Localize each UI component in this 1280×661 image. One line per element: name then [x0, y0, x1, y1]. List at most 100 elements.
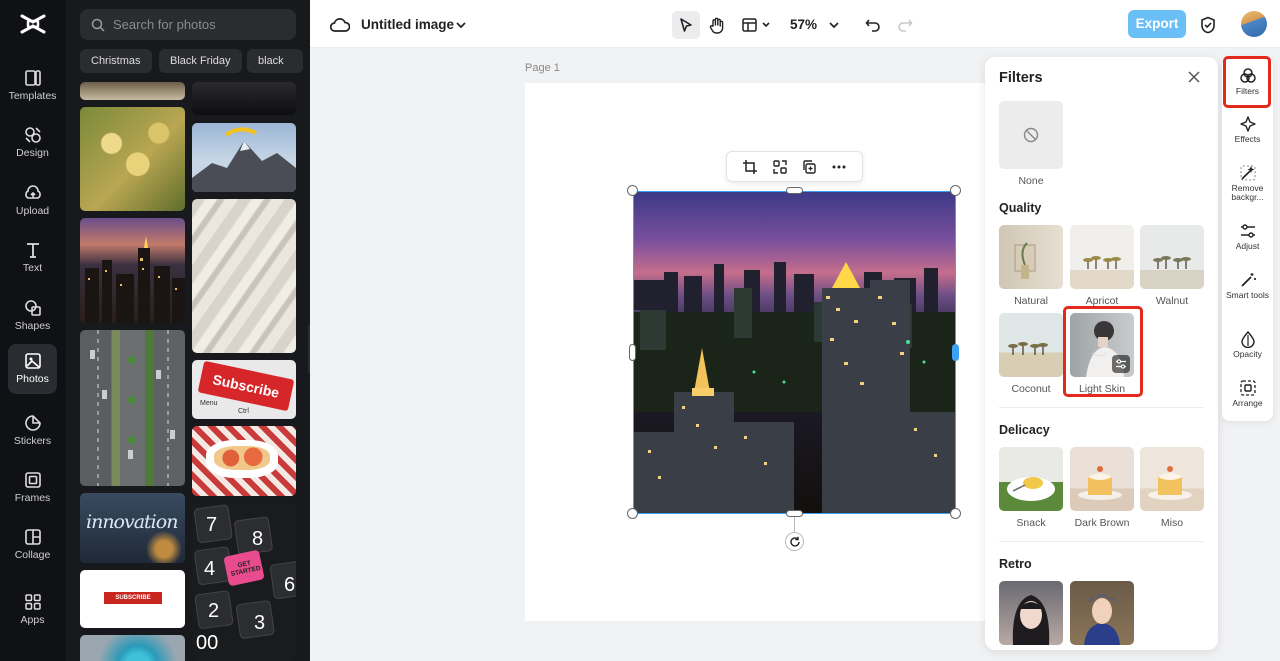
rotate-handle[interactable] — [785, 532, 804, 551]
filter-apricot[interactable]: Apricot — [1070, 225, 1134, 307]
document-title[interactable]: Untitled image — [361, 17, 454, 32]
tool-effects[interactable]: Effects — [1222, 115, 1273, 144]
hand-tool-button[interactable] — [704, 12, 730, 38]
tool-smart-tools[interactable]: Smart tools — [1222, 271, 1273, 300]
search-input[interactable] — [113, 17, 283, 32]
photo-thumbnail[interactable] — [80, 218, 185, 323]
tool-label: Adjust — [1235, 241, 1260, 251]
section-title-quality: Quality — [999, 201, 1042, 215]
cloud-save-icon[interactable] — [327, 12, 353, 38]
effects-icon — [1239, 116, 1256, 132]
rail-item-frames[interactable]: Frames — [8, 463, 57, 513]
design-icon — [24, 127, 41, 143]
filter-snack[interactable]: Snack — [999, 447, 1063, 529]
filter-walnut[interactable]: Walnut — [1140, 225, 1204, 307]
redo-button[interactable] — [892, 12, 918, 38]
photo-thumbnail[interactable]: 7 8 4 2 3 6 00 GET STARTED — [192, 503, 296, 661]
opacity-icon — [1240, 330, 1255, 348]
photo-text-innovation: innovation — [86, 511, 178, 533]
resize-handle-left[interactable] — [629, 344, 636, 361]
frames-icon — [24, 472, 41, 488]
filter-retro-2[interactable] — [1070, 581, 1134, 645]
svg-text:8: 8 — [252, 528, 263, 550]
tool-label: Remove backgr... — [1231, 183, 1264, 202]
image-context-toolbar — [726, 151, 863, 182]
photo-thumbnail[interactable]: SUBSCRIBE — [80, 570, 185, 628]
cursor-icon — [680, 18, 692, 32]
photo-thumbnail[interactable] — [80, 82, 185, 100]
rail-item-text[interactable]: Text — [8, 233, 57, 283]
photo-text-ctrl: Ctrl — [238, 408, 249, 415]
photo-thumbnail[interactable] — [80, 330, 185, 486]
more-options-icon[interactable] — [831, 159, 847, 175]
photo-thumbnail[interactable] — [80, 107, 185, 211]
shield-button[interactable] — [1195, 12, 1221, 38]
resize-handle-bottom-right[interactable] — [950, 508, 961, 519]
close-icon[interactable] — [1187, 70, 1201, 84]
svg-text:6: 6 — [284, 574, 295, 596]
resize-handle-top-right[interactable] — [950, 185, 961, 196]
rail-item-photos[interactable]: Photos — [8, 344, 57, 394]
upload-icon — [24, 185, 41, 199]
photo-text-subscribe-small: SUBSCRIBE — [104, 592, 162, 604]
rail-item-upload[interactable]: Upload — [8, 176, 57, 226]
selected-filter-highlight — [1063, 306, 1143, 397]
tool-adjust[interactable]: Adjust — [1222, 222, 1273, 251]
photo-thumbnail[interactable]: innovation — [80, 493, 185, 563]
capcut-logo-icon[interactable] — [19, 12, 47, 36]
layout-menu-button[interactable] — [738, 12, 776, 38]
filter-retro-1[interactable] — [999, 581, 1063, 645]
filter-label: Coconut — [1011, 383, 1051, 395]
select-tool-button[interactable] — [672, 11, 700, 39]
filter-dark-brown[interactable]: Dark Brown — [1070, 447, 1134, 529]
resize-handle-bottom[interactable] — [786, 510, 803, 517]
photo-thumbnail[interactable] — [80, 635, 185, 661]
rail-item-label: Stickers — [13, 435, 52, 447]
resize-handle-right[interactable] — [952, 344, 959, 361]
photo-thumbnail[interactable] — [192, 82, 296, 115]
rail-item-collage[interactable]: Collage — [8, 520, 57, 570]
stickers-icon — [24, 415, 41, 431]
rail-item-apps[interactable]: Apps — [8, 585, 57, 635]
rail-item-label: Text — [22, 262, 43, 274]
photo-thumbnail[interactable]: Subscribe Menu Ctrl — [192, 360, 296, 419]
rail-item-label: Frames — [14, 492, 51, 504]
resize-handle-top[interactable] — [786, 187, 803, 194]
filter-miso[interactable]: Miso — [1140, 447, 1204, 529]
rail-item-templates[interactable]: Templates — [8, 61, 57, 111]
duplicate-icon[interactable] — [801, 159, 817, 175]
photo-thumbnail[interactable] — [192, 426, 296, 496]
text-icon — [26, 243, 39, 258]
tool-opacity[interactable]: Opacity — [1222, 330, 1273, 359]
resize-handle-bottom-left[interactable] — [627, 508, 638, 519]
undo-button[interactable] — [860, 12, 886, 38]
chip-black-friday[interactable]: Black Friday — [159, 49, 242, 73]
filter-none[interactable]: None — [999, 101, 1063, 187]
filter-coconut[interactable]: Coconut — [999, 313, 1063, 395]
chip-black[interactable]: black — [247, 49, 303, 73]
collage-icon — [24, 529, 41, 545]
rail-item-label: Apps — [20, 614, 45, 626]
resize-handle-top-left[interactable] — [627, 185, 638, 196]
tool-arrange[interactable]: Arrange — [1222, 379, 1273, 408]
crop-icon[interactable] — [742, 159, 758, 175]
search-box[interactable] — [80, 9, 296, 40]
rail-item-stickers[interactable]: Stickers — [8, 406, 57, 456]
filter-natural[interactable]: Natural — [999, 225, 1063, 307]
photo-thumbnail[interactable] — [192, 199, 296, 353]
rail-item-shapes[interactable]: Shapes — [8, 291, 57, 341]
photo-thumbnail[interactable] — [192, 123, 296, 192]
tool-rail: Filters Effects Remove backgr... Adjust … — [1222, 57, 1273, 421]
zoom-level[interactable]: 57% — [790, 17, 817, 32]
avatar[interactable] — [1241, 11, 1267, 37]
smart-tools-icon — [1240, 273, 1256, 287]
selected-image[interactable] — [633, 191, 956, 514]
filter-label: Dark Brown — [1074, 517, 1130, 529]
zoom-chevron-down-icon[interactable] — [821, 12, 847, 38]
title-chevron-down-icon[interactable] — [448, 12, 474, 38]
tool-remove-background[interactable]: Remove backgr... — [1222, 164, 1273, 202]
rail-item-design[interactable]: Design — [8, 118, 57, 168]
chip-christmas[interactable]: Christmas — [80, 49, 152, 73]
export-button[interactable]: Export — [1128, 10, 1186, 38]
replace-image-icon[interactable] — [772, 159, 788, 175]
